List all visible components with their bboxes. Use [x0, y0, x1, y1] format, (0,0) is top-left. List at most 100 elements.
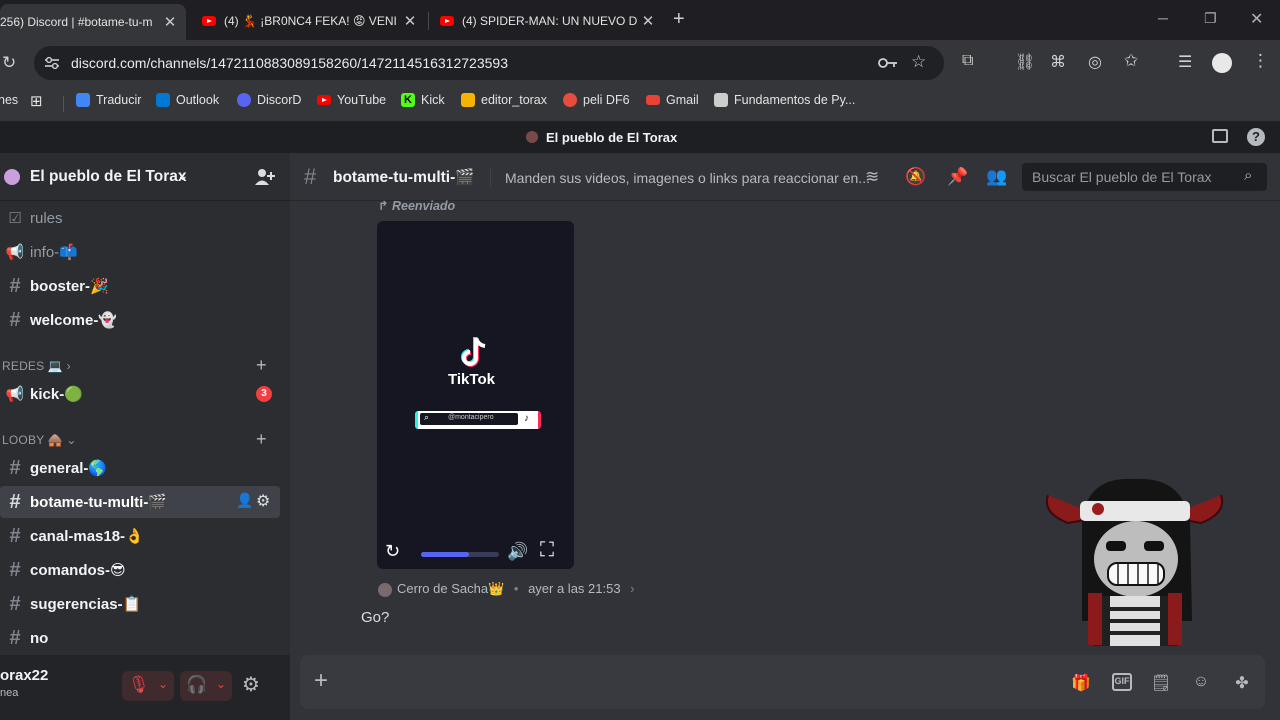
help-icon[interactable]: ?	[1247, 128, 1265, 146]
tiktok-search-text: @montacipero	[448, 414, 494, 421]
channel-topic[interactable]: Manden sus videos, imagenes o links para…	[505, 170, 870, 186]
menu-dots-icon[interactable]: ⋮	[1252, 51, 1269, 71]
forwarded-text: Reenviado	[391, 199, 456, 213]
channel-welcome[interactable]: # welcome-👻	[0, 304, 280, 336]
profile-avatar-icon[interactable]	[1212, 53, 1232, 73]
url-text: discord.com/channels/1472110883089158260…	[71, 55, 508, 71]
password-key-icon[interactable]	[878, 57, 898, 69]
mute-button[interactable]: 🎙 ⌄	[122, 671, 174, 701]
sticker-icon[interactable]: 🗒	[1151, 673, 1171, 692]
channel-name: canal-mas18-👌	[30, 528, 144, 545]
gift-icon[interactable]: 🎁	[1071, 673, 1091, 692]
category-label: LOOBY 🛖	[2, 433, 63, 447]
emoji-icon[interactable]: ☺	[1191, 673, 1211, 691]
screenshot-icon[interactable]: ◎	[1088, 52, 1102, 72]
channel-name: booster-🎉	[30, 278, 109, 295]
bookmark-outlook[interactable]: Outlook	[156, 93, 219, 107]
tab-youtube-2[interactable]: (4) SPIDER-MAN: UN NUEVO D ✕	[438, 6, 658, 36]
channel-botame-tu-multi[interactable]: # botame-tu-multi-🎬 👤 ⚙	[0, 486, 280, 518]
channel-name: kick-🟢	[30, 386, 83, 403]
channel-comandos[interactable]: # comandos-😎	[0, 554, 280, 586]
channel-no[interactable]: # no	[0, 622, 280, 654]
replay-icon[interactable]: ↻	[385, 541, 400, 562]
apps-grid-icon[interactable]: ⊞	[30, 92, 43, 110]
mention-badge: 3	[256, 386, 272, 402]
gif-icon[interactable]: GIF	[1112, 673, 1132, 691]
add-channel-icon[interactable]: +	[256, 355, 267, 376]
inbox-icon[interactable]	[1212, 129, 1228, 143]
bookmark-gmail[interactable]: Gmail	[646, 93, 699, 107]
create-invite-icon[interactable]: 👤	[236, 492, 253, 509]
search-input[interactable]: Buscar El pueblo de El Torax ⌕	[1022, 163, 1267, 191]
channel-canal-mas18[interactable]: # canal-mas18-👌	[0, 520, 280, 552]
user-settings-gear-icon[interactable]: ⚙	[242, 672, 260, 697]
bookmark-fundamentos[interactable]: Fundamentos de Py...	[714, 93, 855, 107]
bookmark-editor[interactable]: editor_torax	[461, 93, 547, 107]
member-list-icon[interactable]: 👥	[986, 167, 1007, 187]
hash-icon: #	[9, 558, 21, 581]
minimize-icon[interactable]: ─	[1158, 10, 1168, 26]
add-attachment-icon[interactable]: +	[314, 667, 328, 695]
reload-icon[interactable]: ↻	[2, 53, 16, 73]
close-tab-icon[interactable]: ✕	[638, 12, 658, 30]
close-tab-icon[interactable]: ✕	[160, 13, 180, 31]
server-header[interactable]: El pueblo de El Torax ⌄	[0, 153, 290, 201]
bookmark-discord[interactable]: DiscorD	[237, 93, 301, 107]
threads-icon[interactable]: ≋	[865, 167, 879, 187]
hash-icon: #	[9, 274, 21, 297]
pin-icon[interactable]: 📌	[947, 167, 968, 187]
category-redes[interactable]: REDES 💻 ›	[2, 359, 71, 373]
progress-bar[interactable]	[421, 552, 499, 557]
username[interactable]: orax22	[0, 667, 48, 684]
message-composer[interactable]: + 🎁 GIF 🗒 ☺ ✤	[300, 655, 1265, 709]
category-label: REDES 💻	[2, 359, 64, 373]
channel-rules[interactable]: ☑ rules	[0, 202, 280, 234]
bookmark-peli[interactable]: peli DF6	[563, 93, 630, 107]
chevron-right-icon: ›	[66, 359, 71, 373]
video-player[interactable]: TikTok ⌕ @montacipero ♪ ↻ 🔊 ⛶	[377, 221, 574, 569]
tab-youtube-1[interactable]: (4) 💃 ¡BR0NC4 FEKA! 😡 VENI ✕	[200, 6, 420, 36]
bookmark-apps[interactable]: nes	[0, 93, 18, 107]
rules-icon: ☑	[8, 210, 22, 227]
browser-tab-bar: 256) Discord | #botame-tu-m ✕ (4) 💃 ¡BR0…	[0, 0, 1280, 40]
search-icon: ⌕	[1244, 167, 1253, 184]
extensions-icon[interactable]: ⧉	[962, 52, 973, 70]
bookmark-traducir[interactable]: Traducir	[76, 93, 141, 107]
deafen-button[interactable]: 🎧 ⌄	[180, 671, 232, 701]
translate-icon	[76, 93, 90, 107]
channel-info[interactable]: 📢 info-📫	[0, 236, 280, 268]
channel-booster[interactable]: # booster-🎉	[0, 270, 280, 302]
channel-sugerencias[interactable]: # sugerencias-📋	[0, 588, 280, 620]
editor-icon	[461, 93, 475, 107]
add-channel-icon[interactable]: +	[256, 429, 267, 450]
bookmark-youtube[interactable]: YouTube	[317, 93, 386, 107]
gear-icon[interactable]: ⚙	[256, 491, 270, 511]
restore-icon[interactable]: ❐	[1204, 10, 1217, 27]
invite-user-icon[interactable]	[255, 168, 275, 186]
omnibox[interactable]: discord.com/channels/1472110883089158260…	[34, 46, 944, 80]
favorites-icon[interactable]: ✩	[1124, 51, 1138, 71]
reply-reference[interactable]: Cerro de Sacha👑 • ayer a las 21:53 ›	[378, 581, 635, 597]
tab-discord[interactable]: 256) Discord | #botame-tu-m ✕	[0, 4, 186, 40]
channel-kick[interactable]: 📢 kick-🟢 3	[0, 378, 280, 410]
fullscreen-icon[interactable]: ⛶	[540, 539, 554, 562]
channel-general[interactable]: # general-🌎	[0, 452, 280, 484]
notifications-muted-icon[interactable]: 🔕	[905, 167, 926, 187]
chevron-down-icon: ⌄	[216, 677, 227, 691]
bookmark-kick[interactable]: K Kick	[401, 93, 445, 107]
close-window-icon[interactable]: ✕	[1250, 9, 1263, 29]
close-tab-icon[interactable]: ✕	[400, 12, 420, 30]
gmail-icon	[646, 95, 660, 105]
volume-icon[interactable]: 🔊	[507, 542, 528, 562]
new-tab-icon[interactable]: +	[673, 8, 685, 31]
translate-icon[interactable]: ⌘	[1050, 52, 1066, 72]
bookmark-label: Gmail	[666, 93, 699, 107]
bookmark-label: DiscorD	[257, 93, 302, 107]
media-control-icon[interactable]: ☰	[1178, 52, 1192, 72]
link-icon[interactable]: ⛓	[1015, 52, 1035, 72]
address-toolbar: ↻ discord.com/channels/14721108830891582…	[0, 40, 1280, 86]
apps-icon[interactable]: ✤	[1232, 673, 1252, 692]
bookmark-star-icon[interactable]: ☆	[911, 52, 926, 72]
site-settings-icon[interactable]	[44, 56, 60, 70]
category-looby[interactable]: LOOBY 🛖 ⌄	[2, 433, 77, 447]
